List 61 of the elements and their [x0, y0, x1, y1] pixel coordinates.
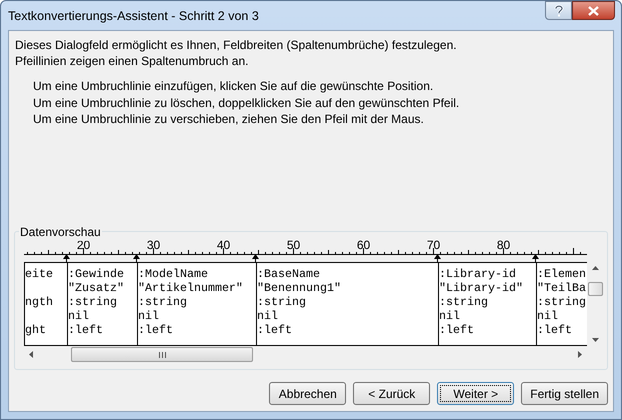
preview-cell: :BaseName	[257, 267, 320, 281]
preview-cell: "Zusatz"	[68, 281, 124, 295]
instruction-text: Um eine Umbruchlinie zu löschen, doppelklicken Sie auf den gewünschten Pfeil.	[33, 94, 460, 111]
preview-cell: ght	[25, 323, 46, 337]
column-break-arrow[interactable]	[434, 254, 441, 262]
preview-cell: "Library-id"	[439, 281, 523, 295]
scrollbar-thumb[interactable]	[71, 347, 253, 362]
ruler-number: 60	[356, 238, 370, 252]
column-break-arrow[interactable]	[133, 254, 140, 262]
scroll-left-icon[interactable]	[29, 351, 33, 358]
preview-cell: :Gewinde	[68, 267, 124, 281]
ruler-number: 30	[146, 238, 160, 252]
instruction-text: Um eine Umbruchlinie zu verschieben, ziehen Sie den Pfeil mit der Maus.	[33, 111, 425, 128]
column-break-arrow[interactable]	[252, 254, 259, 262]
column-break-arrow[interactable]	[532, 254, 539, 262]
ruler-number: 20	[76, 238, 90, 252]
preview-cell: :Elemen	[537, 267, 586, 281]
grip-icon	[158, 352, 166, 358]
preview-cell: :ModelName	[138, 267, 208, 281]
preview-cell: :Library-id	[439, 267, 516, 281]
window-title: Textkonvertierungs-Assistent - Schritt 2 von 3	[8, 8, 259, 25]
preview-cell: :left	[138, 323, 173, 337]
help-icon	[554, 4, 562, 16]
scroll-up-icon[interactable]	[592, 266, 599, 270]
help-button[interactable]	[545, 1, 572, 20]
preview-cell: eite	[25, 267, 53, 281]
preview-cell: nil	[138, 309, 159, 323]
intro-text: Pfeillinien zeigen einen Spaltenumbruch an.	[15, 53, 250, 69]
dialog-button[interactable]: < Zurück	[353, 382, 430, 405]
preview-cell: nil	[257, 309, 278, 323]
preview-cell: :string	[537, 295, 586, 309]
close-icon	[588, 6, 599, 16]
preview-cell: :left	[439, 323, 474, 337]
ruler-number: 40	[216, 238, 230, 252]
ruler-number: 80	[496, 238, 510, 252]
preview-cell: ngth	[25, 295, 53, 309]
preview-cell: "TeilBa	[537, 281, 586, 295]
preview-cell: nil	[439, 309, 460, 323]
preview-cell: :left	[68, 323, 103, 337]
scrollbar-thumb[interactable]	[588, 282, 603, 296]
ruler-number: 50	[286, 238, 300, 252]
preview-cell: :string	[68, 295, 117, 309]
preview-cell: :string	[439, 295, 488, 309]
preview-cell: "Artikelnummer"	[138, 281, 243, 295]
scroll-down-icon[interactable]	[592, 338, 599, 342]
instruction-text: Um eine Umbruchlinie einzufügen, klicken Sie auf die gewünschte Position.	[33, 78, 434, 94]
preview-cell: nil	[537, 309, 558, 323]
close-button[interactable]	[572, 1, 615, 20]
ruler-number: 70	[426, 238, 440, 252]
preview-cell: :string	[257, 295, 306, 309]
preview-cell: :left	[257, 323, 292, 337]
scroll-right-icon[interactable]	[578, 351, 582, 358]
preview-cell: nil	[68, 309, 89, 323]
preview-cell: "Benennung1"	[257, 281, 341, 295]
column-break-arrow[interactable]	[63, 254, 70, 262]
dialog-button[interactable]: Fertig stellen	[521, 382, 608, 405]
dialog-button[interactable]: Weiter >	[437, 382, 514, 405]
intro-text: Dieses Dialogfeld ermöglicht es Ihnen, Feldbreiten (Spaltenumbrüche) festzulegen.	[15, 37, 458, 53]
dialog-button[interactable]: Abbrechen	[269, 382, 346, 405]
preview-cell: :left	[537, 323, 572, 337]
preview-cell: :string	[138, 295, 187, 309]
